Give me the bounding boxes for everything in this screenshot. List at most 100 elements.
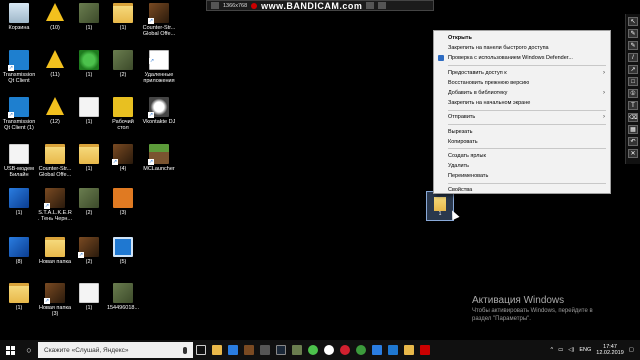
search-input[interactable]: Скажите «Слушай, Яндекс» <box>38 342 193 358</box>
rectangle-tool-icon[interactable]: □ <box>628 77 638 86</box>
html-icon <box>149 50 169 70</box>
language-indicator[interactable]: ENG <box>579 347 591 353</box>
desktop-icon-label: (2) <box>85 259 93 265</box>
taskbar-app-edge[interactable] <box>385 340 401 360</box>
context-menu-item[interactable]: Добавить в библиотеку › <box>434 88 610 98</box>
taskbar-app-pen[interactable] <box>369 340 385 360</box>
desktop-icon-label: Transmission Qt Client <box>2 72 36 85</box>
line-tool-icon[interactable]: / <box>628 53 638 62</box>
desktop-icon-label: (2) <box>119 72 127 78</box>
taskbar-app-steam[interactable] <box>273 340 289 360</box>
context-menu-item[interactable]: Переименовать <box>434 171 610 181</box>
desktop-icon[interactable]: (1) <box>72 97 106 125</box>
search-icon[interactable]: ○ <box>20 345 38 355</box>
taskbar-app-folder[interactable] <box>209 340 225 360</box>
record-icon[interactable] <box>251 2 258 9</box>
chevron-right-icon: › <box>603 89 605 96</box>
volume-icon[interactable]: ◁) <box>568 347 574 353</box>
desktop-icon[interactable]: (4) <box>106 144 140 172</box>
desktop-icon[interactable]: Counter-Str... Global Offe... <box>142 3 176 37</box>
desktop-icon[interactable]: (1) <box>2 188 36 216</box>
taskbar-app-chrome[interactable] <box>353 340 369 360</box>
tray-chevron-icon[interactable]: ^ <box>550 347 553 353</box>
taskbar-app-media[interactable] <box>241 340 257 360</box>
desktop[interactable]: Корзина (10) (1) (1) Counter-Str... Global O… <box>0 0 640 360</box>
context-menu-item[interactable]: Создать ярлык <box>434 151 610 161</box>
context-menu-item[interactable]: Вырезать <box>434 127 610 137</box>
menu-item-label: Копировать <box>448 138 478 145</box>
start-button[interactable] <box>0 340 20 360</box>
taskbar-app-yandex[interactable] <box>321 340 337 360</box>
desktop-icon[interactable]: (8) <box>2 237 36 265</box>
close-icon[interactable] <box>378 2 387 9</box>
activation-watermark: Активация Windows Чтобы активировать Win… <box>472 295 593 323</box>
taskbar-app-bandicam[interactable] <box>417 340 433 360</box>
task-view-icon[interactable] <box>193 340 209 360</box>
eraser-tool-icon[interactable]: ⌫ <box>628 113 638 122</box>
taskbar-app-photo[interactable] <box>289 340 305 360</box>
desktop-icon-label: (1) <box>85 72 93 78</box>
desktop-icon[interactable]: (1) <box>106 3 140 31</box>
desktop-icon[interactable]: (5) <box>106 237 140 265</box>
desktop-icon[interactable]: 154496018... <box>106 283 140 311</box>
camera-icon[interactable] <box>366 2 375 9</box>
context-menu-item[interactable]: Свойства <box>434 185 610 195</box>
desktop-icon[interactable]: Transmission Qt Client (1) <box>2 97 36 131</box>
desktop-icon[interactable]: (1) <box>72 144 106 172</box>
highlight-tool-icon[interactable]: ▦ <box>628 125 638 134</box>
desktop-icon[interactable]: (1) <box>72 3 106 31</box>
desktop-icon[interactable]: Новая папка (3) <box>38 283 72 317</box>
desktop-icon[interactable]: S.T.A.L.K.E.R. Тень Черн... <box>38 188 72 222</box>
desktop-icon[interactable]: (1) <box>72 283 106 311</box>
desktop-icon[interactable]: USB-модем Билайн <box>2 144 36 178</box>
number-tool-icon[interactable]: ① <box>628 89 638 98</box>
screen-mode-icon[interactable] <box>211 2 219 9</box>
desktop-icon[interactable]: Рабочий стол <box>106 97 140 131</box>
microphone-icon[interactable] <box>183 346 187 354</box>
desktop-icon[interactable]: MCLauncher <box>142 144 176 172</box>
clock[interactable]: 17:47 12.02.2019 <box>596 344 624 357</box>
desktop-icon[interactable]: (2) <box>106 50 140 78</box>
context-menu-item[interactable]: Предоставить доступ к › <box>434 68 610 78</box>
network-icon[interactable]: ▭ <box>558 347 563 353</box>
desktop-icon-label: MCLauncher <box>143 166 175 172</box>
taskbar-app-explorer[interactable] <box>401 340 417 360</box>
taskbar-app-green[interactable] <box>305 340 321 360</box>
desktop-icon[interactable]: (1) <box>72 50 106 78</box>
text-tool-icon[interactable]: T <box>628 101 638 110</box>
context-menu-item[interactable]: Закрепить на начальном экране <box>434 98 610 108</box>
bandicam-recorder-bar[interactable]: 1366x768 www.BANDICAM.com <box>206 0 434 11</box>
marker-tool-icon[interactable]: ✎ <box>628 41 638 50</box>
context-menu-item[interactable]: Копировать <box>434 137 610 147</box>
desktop-icon[interactable]: (1) <box>2 283 36 311</box>
taskbar-app-opera[interactable] <box>337 340 353 360</box>
taskbar-app-store[interactable] <box>225 340 241 360</box>
desktop-icon[interactable]: (11) <box>38 50 72 78</box>
context-menu-item[interactable]: Закрепить на панели быстрого доступа <box>434 43 610 53</box>
desktop-icon[interactable]: (10) <box>38 3 72 31</box>
desktop-icon-label: (1) <box>119 25 127 31</box>
desktop-icon[interactable]: Vkontakte DJ <box>142 97 176 125</box>
desktop-icon[interactable]: (12) <box>38 97 72 125</box>
taskbar-app-game[interactable] <box>257 340 273 360</box>
context-menu-item[interactable]: Удалить <box>434 161 610 171</box>
undo-tool-icon[interactable]: ↶ <box>628 137 638 146</box>
desktop-icon[interactable]: Transmission Qt Client <box>2 50 36 84</box>
context-menu-item[interactable]: Открыть <box>434 33 610 43</box>
context-menu-item[interactable]: Восстановить прежнюю версию <box>434 78 610 88</box>
desktop-icon[interactable]: Удаленные приложения <box>142 50 176 84</box>
cursor-tool-icon[interactable]: ↖ <box>628 17 638 26</box>
desktop-icon[interactable]: Counter-Str... Global Offe... <box>38 144 72 178</box>
pen-tool-icon[interactable]: ✎ <box>628 29 638 38</box>
clear-tool-icon[interactable]: ✕ <box>628 149 638 158</box>
desktop-icon[interactable]: (3) <box>106 188 140 216</box>
notifications-icon[interactable]: ▢ <box>629 347 634 353</box>
context-menu-item[interactable]: Проверка с использованием Windows Defend… <box>434 53 610 63</box>
desktop-icon[interactable]: (2) <box>72 188 106 216</box>
desktop-icon[interactable]: Корзина <box>2 3 36 31</box>
context-menu-item[interactable]: Отправить › <box>434 112 610 122</box>
arrow-tool-icon[interactable]: ↗ <box>628 65 638 74</box>
desktop-icon[interactable]: (2) <box>72 237 106 265</box>
desktop-icon-label: Рабочий стол <box>112 119 134 132</box>
desktop-icon[interactable]: Новая папка <box>38 237 72 265</box>
